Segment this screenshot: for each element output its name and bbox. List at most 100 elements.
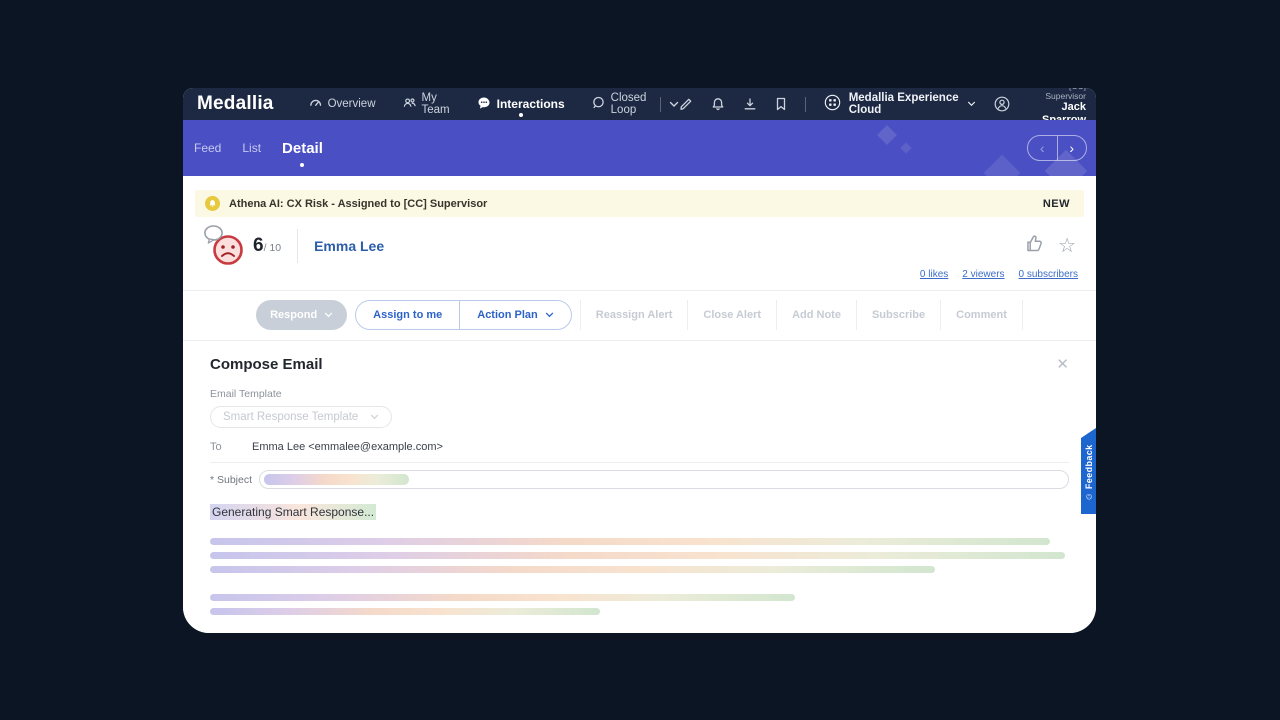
email-template-label: Email Template — [210, 388, 1069, 400]
nav-item-my-team[interactable]: My Team — [403, 88, 450, 120]
comment-bubble-icon — [203, 225, 224, 244]
user-avatar-icon[interactable] — [994, 96, 1010, 112]
alert-bell-icon — [205, 196, 220, 211]
user-role: [CC] Supervisor — [1028, 88, 1086, 101]
tab-list[interactable]: List — [240, 137, 263, 159]
nav-item-label: Closed Loop — [611, 92, 649, 116]
assign-to-me-button[interactable]: Assign to me — [356, 301, 459, 329]
subject-input[interactable] — [259, 470, 1069, 489]
team-icon — [403, 96, 416, 112]
skeleton-bar — [210, 566, 935, 573]
add-note-button[interactable]: Add Note — [776, 300, 856, 330]
nav-item-label: Interactions — [497, 97, 565, 111]
product-switcher[interactable]: Medallia Experience Cloud — [824, 92, 976, 116]
chevron-down-icon — [370, 414, 379, 420]
divider — [297, 229, 298, 263]
skeleton-bar — [210, 552, 1065, 559]
to-value[interactable]: Emma Lee <emmalee@example.com> — [252, 441, 443, 453]
decor-diamond — [900, 142, 911, 153]
subscribers-link[interactable]: 0 subscribers — [1019, 269, 1078, 280]
tab-detail[interactable]: Detail — [280, 136, 325, 161]
email-template-select[interactable]: Smart Response Template — [210, 406, 392, 428]
close-icon[interactable]: ✕ — [1056, 357, 1069, 372]
product-switcher-label: Medallia Experience Cloud — [849, 92, 959, 116]
app-window: Medallia Overview My Team — [183, 88, 1096, 633]
bookmark-icon[interactable] — [775, 97, 787, 111]
nav-item-closed-loop[interactable]: Closed Loop — [592, 88, 649, 120]
decor-diamond — [984, 155, 1021, 176]
tab-feed[interactable]: Feed — [192, 137, 223, 159]
skeleton-bar — [210, 538, 1050, 545]
action-buttons-row: Respond Assign to me Action Plan Reassig… — [195, 300, 1084, 330]
nav-item-interactions[interactable]: Interactions — [477, 88, 565, 120]
edit-icon[interactable] — [679, 97, 693, 111]
new-badge: NEW — [1043, 198, 1070, 210]
divider — [805, 97, 806, 112]
subject-label: * Subject — [210, 474, 252, 486]
action-plan-label: Action Plan — [477, 309, 538, 321]
subject-field-row: * Subject — [210, 470, 1069, 489]
disabled-actions-group: Reassign Alert Close Alert Add Note Subs… — [580, 300, 1023, 330]
alert-banner: Athena AI: CX Risk - Assigned to [CC] Su… — [195, 190, 1084, 217]
secondary-navigation-bar: Feed List Detail ‹ › — [183, 120, 1096, 176]
chat-icon — [477, 96, 491, 113]
score-row: 6/ 10 Emma Lee ☆ — [195, 225, 1084, 267]
close-alert-button[interactable]: Close Alert — [687, 300, 776, 330]
likes-link[interactable]: 0 likes — [920, 269, 948, 280]
previous-record-button[interactable]: ‹ — [1028, 136, 1057, 160]
subscribe-button[interactable]: Subscribe — [856, 300, 940, 330]
feedback-tab-label: Feedback — [1084, 444, 1094, 489]
detail-content: Athena AI: CX Risk - Assigned to [CC] Su… — [183, 190, 1096, 633]
feedback-smiley-icon: ☺ — [1084, 492, 1094, 502]
alert-banner-title: Athena AI: CX Risk - Assigned to [CC] Su… — [229, 198, 1043, 210]
customer-name-link[interactable]: Emma Lee — [314, 238, 384, 254]
nav-item-label: My Team — [422, 92, 450, 116]
compose-email-title: Compose Email — [210, 356, 323, 373]
social-actions: ☆ — [1024, 233, 1080, 259]
nav-item-label: Overview — [328, 98, 376, 110]
chevron-down-icon — [545, 312, 554, 318]
chevron-down-icon — [324, 312, 333, 318]
star-icon[interactable]: ☆ — [1058, 236, 1076, 256]
comment-button[interactable]: Comment — [940, 300, 1022, 330]
nav-more-toggle[interactable] — [660, 95, 679, 113]
reassign-alert-button[interactable]: Reassign Alert — [580, 300, 688, 330]
record-pager: ‹ › — [1027, 135, 1087, 161]
thumbs-up-icon[interactable] — [1024, 233, 1045, 259]
divider — [660, 97, 661, 112]
speech-bubble-icon — [592, 96, 605, 112]
subject-skeleton — [264, 474, 409, 485]
to-field-row: To Emma Lee <emmalee@example.com> — [210, 441, 1069, 463]
skeleton-bar — [210, 608, 600, 615]
score-value: 6/ 10 — [253, 235, 281, 257]
feedback-tab[interactable]: ☺ Feedback — [1081, 428, 1096, 514]
skeleton-bar — [210, 594, 795, 601]
nav-item-overview[interactable]: Overview — [309, 88, 376, 120]
decor-diamond — [877, 125, 897, 145]
primary-nav: Overview My Team Interac — [309, 88, 679, 120]
score-number: 6 — [253, 235, 264, 256]
sentiment-indicator — [203, 225, 249, 267]
action-plan-button[interactable]: Action Plan — [459, 301, 571, 329]
email-template-value: Smart Response Template — [223, 411, 358, 423]
next-record-button[interactable]: › — [1057, 136, 1087, 160]
medallia-logo[interactable]: Medallia — [189, 93, 282, 115]
generating-status-text: Generating Smart Response... — [210, 504, 376, 520]
assign-action-group: Assign to me Action Plan — [355, 300, 572, 330]
respond-button-label: Respond — [270, 309, 317, 321]
top-navigation-bar: Medallia Overview My Team — [183, 88, 1096, 120]
compose-email-panel: Compose Email ✕ Email Template Smart Res… — [195, 356, 1084, 633]
chevron-down-icon — [669, 95, 679, 113]
gauge-icon — [309, 96, 322, 112]
assign-to-me-label: Assign to me — [373, 309, 442, 321]
smart-response-skeleton — [210, 538, 1069, 633]
engagement-stats: 0 likes 2 viewers 0 subscribers — [195, 269, 1084, 280]
app-grid-icon — [824, 94, 841, 114]
bell-icon[interactable] — [711, 97, 725, 111]
divider — [183, 290, 1096, 291]
chevron-down-icon — [967, 98, 976, 110]
download-icon[interactable] — [743, 97, 757, 111]
respond-button[interactable]: Respond — [256, 300, 347, 330]
viewers-link[interactable]: 2 viewers — [962, 269, 1004, 280]
to-label: To — [210, 441, 252, 453]
